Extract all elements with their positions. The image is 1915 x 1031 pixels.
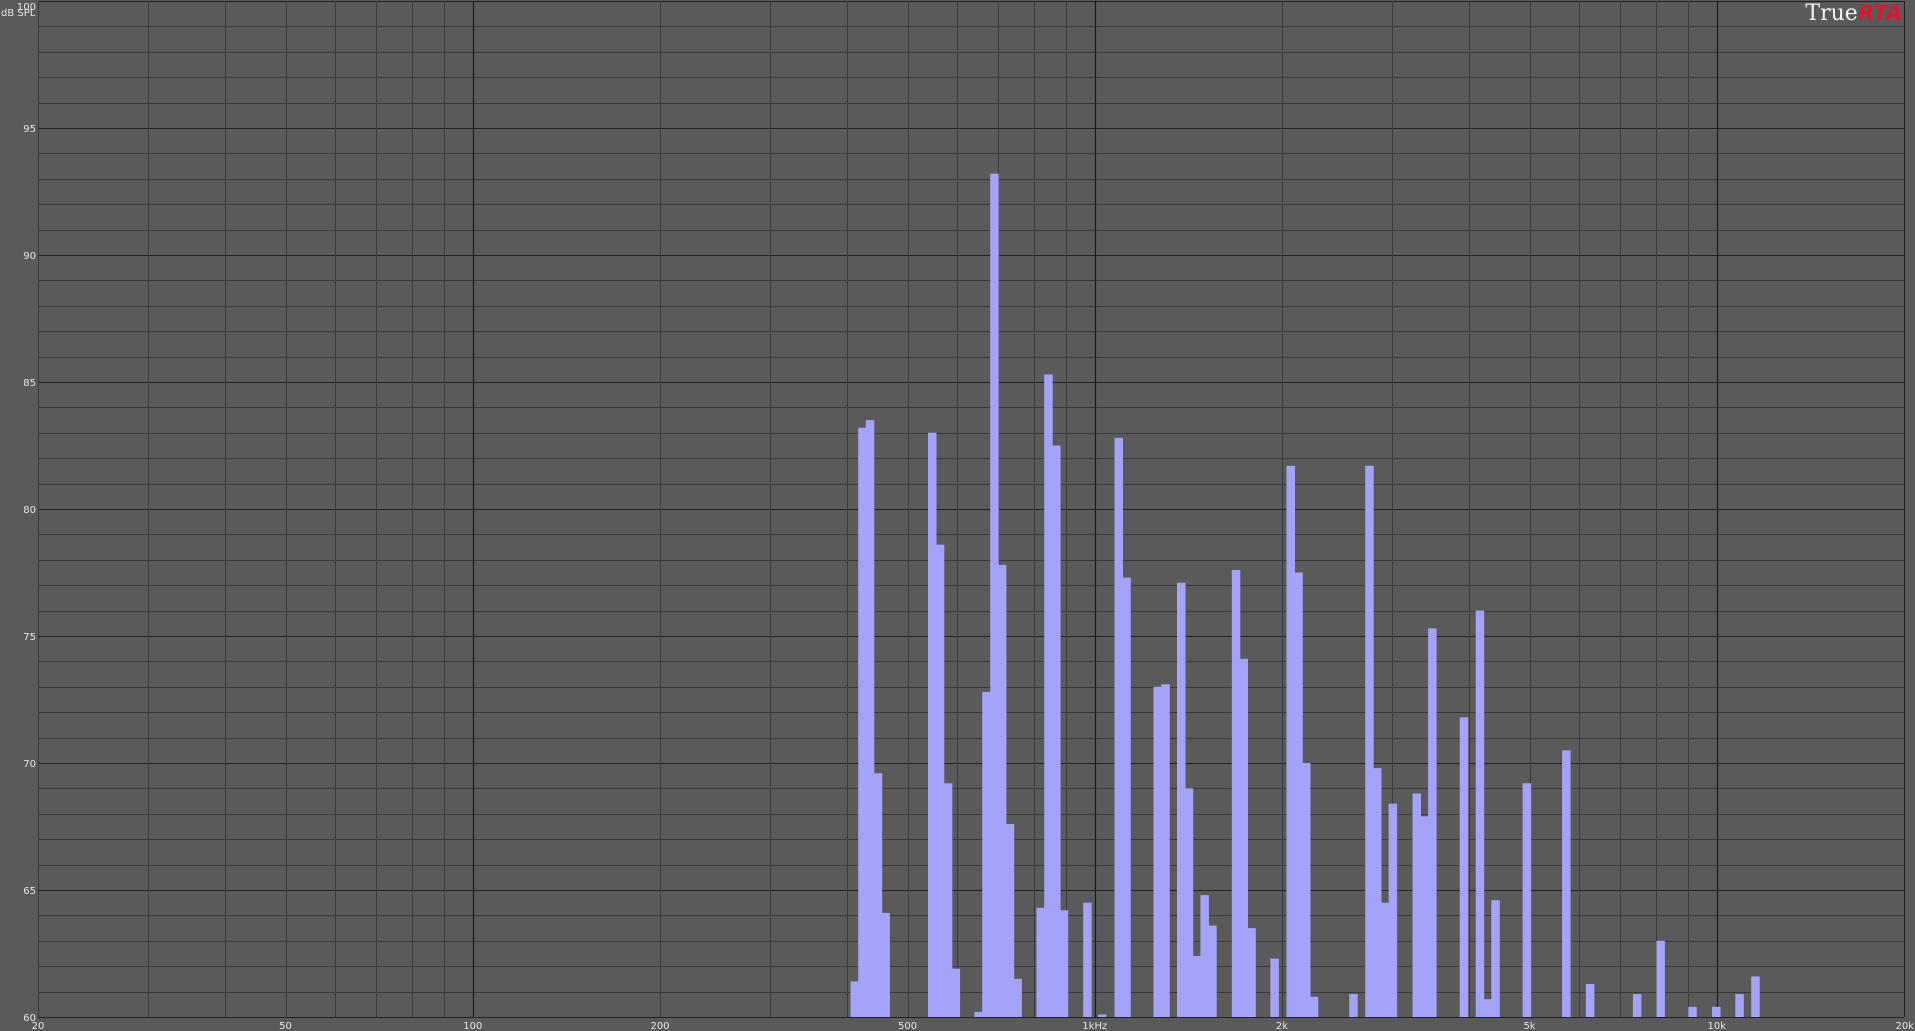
x-tick-label: 500	[898, 1021, 917, 1031]
spectrum-bar	[1585, 984, 1595, 1017]
spectrum-bar	[1247, 928, 1256, 1017]
spectrum-bar	[1373, 768, 1382, 1017]
spectrum-bar	[1044, 374, 1053, 1017]
x-tick-label: 20k	[1895, 1021, 1914, 1031]
spectrum-bar	[873, 773, 883, 1017]
x-tick-label: 100	[463, 1021, 482, 1031]
spectrum-bar	[1036, 907, 1045, 1017]
spectrum-bar	[1522, 783, 1532, 1017]
spectrum-bar	[1098, 1014, 1107, 1017]
y-tick-label: 80	[23, 505, 36, 516]
spectrum-bar	[1491, 900, 1500, 1017]
spectrum-bar	[1239, 658, 1248, 1017]
spectrum-bar	[1712, 1006, 1721, 1017]
spectrum-bar	[1632, 994, 1642, 1017]
spectrum-bar	[1751, 976, 1760, 1017]
spectrum-bar	[951, 968, 961, 1017]
spectrum-bar	[1459, 717, 1469, 1017]
spectrum-bar	[1349, 994, 1358, 1017]
spectrum-bar	[982, 691, 991, 1017]
spectrum-bar	[1428, 628, 1437, 1017]
spectrum-bar	[865, 420, 875, 1018]
spectrum-bar	[935, 544, 945, 1017]
spectrum-bar	[1083, 902, 1092, 1017]
spectrum-bar	[1388, 803, 1398, 1017]
spectrum-bar	[1365, 465, 1374, 1017]
x-tick-label: 20	[32, 1021, 45, 1031]
logo-text-rta: RTA	[1857, 1, 1902, 25]
x-tick-label: 1kHz	[1082, 1021, 1107, 1031]
spectrum-bar	[1177, 582, 1186, 1017]
rta-spectrum-chart: 1009590858075706560 20 50 100 200 500 1kHz 2k 5…	[0, 0, 1915, 1031]
spectrum-bar	[1286, 465, 1295, 1017]
x-tick-label: 2k	[1276, 1021, 1288, 1031]
spectrum-bar	[850, 981, 859, 1017]
spectrum-bar	[858, 427, 867, 1017]
spectrum-bar	[1302, 763, 1311, 1017]
x-tick-label: 200	[650, 1021, 669, 1031]
spectrum-bar	[1059, 910, 1069, 1017]
spectrum-bar	[1208, 925, 1217, 1017]
spectrum-bar	[1192, 956, 1202, 1017]
y-axis-unit-label: dB SPL	[1, 8, 36, 19]
spectrum-bar	[928, 432, 937, 1017]
spectrum-bar	[1475, 610, 1485, 1017]
spectrum-bar	[1735, 994, 1744, 1017]
spectrum-bar	[1005, 824, 1015, 1017]
x-tick-label: 10k	[1708, 1021, 1727, 1031]
grid-lines	[38, 1, 1905, 1018]
y-tick-label: 95	[23, 124, 36, 135]
spectrum-bar	[881, 912, 890, 1017]
spectrum-bar	[997, 564, 1007, 1017]
truerta-logo: TrueRTA	[1805, 1, 1902, 26]
spectrum-bar	[1114, 437, 1123, 1017]
spectrum-bar	[1294, 572, 1303, 1017]
spectrum-bar	[1420, 816, 1429, 1017]
y-tick-label: 70	[23, 759, 36, 770]
spectrum-bar	[1231, 570, 1241, 1017]
y-tick-label: 75	[23, 632, 36, 643]
spectrum-bar	[1013, 978, 1022, 1017]
spectrum-bar	[1161, 684, 1170, 1017]
spectrum-bar	[1184, 788, 1194, 1017]
spectrum-bar	[1562, 750, 1571, 1017]
spectrum-bar	[1656, 940, 1665, 1017]
spectrum-bar	[1309, 996, 1319, 1017]
logo-text-true: True	[1805, 1, 1858, 26]
x-tick-label: 50	[279, 1021, 292, 1031]
spectrum-bar	[1380, 902, 1390, 1017]
spectrum-bar	[1122, 577, 1131, 1017]
y-tick-label: 65	[23, 886, 36, 897]
spectrum-bar	[943, 783, 953, 1017]
spectrum-bar	[1270, 958, 1279, 1017]
spectrum-bar	[1412, 793, 1421, 1017]
y-tick-label: 85	[23, 378, 36, 389]
x-tick-label: 5k	[1523, 1021, 1535, 1031]
spectrum-bar	[1153, 686, 1162, 1017]
spectrum-bar	[1200, 895, 1209, 1017]
y-tick-label: 90	[23, 251, 36, 262]
spectrum-bar	[1483, 999, 1492, 1017]
spectrum-bar	[1052, 445, 1061, 1017]
spectrum-bar	[974, 1011, 983, 1017]
spectrum-bar	[990, 173, 999, 1017]
spectrum-bar	[1688, 1006, 1697, 1017]
